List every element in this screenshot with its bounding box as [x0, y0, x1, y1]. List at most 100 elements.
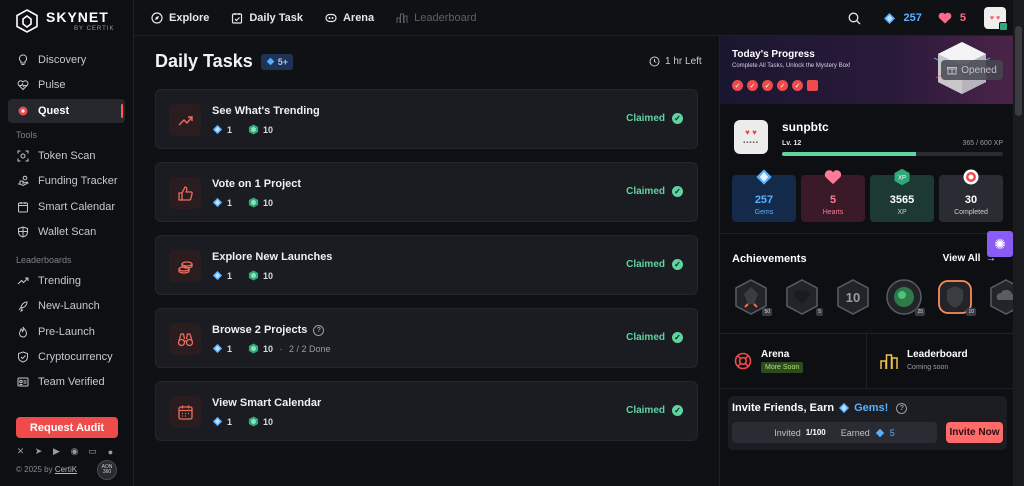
tools-section-title: Tools: [16, 130, 38, 140]
task-card-view-smart-calendar[interactable]: View Smart Calendar 1 10 Claimed ✓: [155, 381, 698, 441]
sidebar-item-team-verified[interactable]: Team Verified: [8, 370, 125, 394]
sidebar-item-token-scan[interactable]: Token Scan: [8, 144, 125, 168]
svg-text:XP: XP: [898, 175, 906, 181]
gem-reward-value: 5+: [277, 56, 288, 67]
telegram-icon[interactable]: ➤: [34, 446, 43, 456]
xp-icon: [248, 124, 259, 135]
sidebar-item-pre-launch[interactable]: Pre-Launch: [8, 320, 125, 344]
coins-icon: [169, 250, 201, 282]
arena-leaderboard-row: Arena More Soon Leaderboard Coming soon: [720, 333, 1013, 390]
scrollbar-thumb[interactable]: [1015, 26, 1022, 116]
x-icon[interactable]: ✕: [16, 446, 25, 456]
avatar-mouth: ▪▪▪▪▪: [743, 139, 759, 146]
page-title-text: Daily Tasks: [155, 51, 253, 71]
invite-now-button[interactable]: Invite Now: [946, 422, 1003, 443]
gem-reward: 1: [227, 124, 233, 135]
discord-icon[interactable]: ◉: [70, 446, 79, 456]
leaderboard-title[interactable]: Leaderboard: [907, 349, 968, 360]
task-status: Claimed ✓: [626, 186, 683, 197]
stat-completed: 30 Completed: [939, 169, 1003, 222]
tab-label: Daily Task: [249, 12, 303, 24]
gem-icon: [839, 402, 850, 414]
stat-value: 30: [964, 194, 978, 206]
sidebar-item-discovery[interactable]: Discovery: [8, 48, 125, 72]
youtube-icon[interactable]: ▶: [52, 446, 61, 456]
scrollbar[interactable]: [1013, 0, 1024, 486]
search-icon[interactable]: [848, 12, 861, 25]
stat-value: 3565: [889, 194, 915, 206]
stat-label: Hearts: [822, 209, 844, 216]
badge-count: 5: [816, 308, 823, 316]
invite-title: Invite Friends, Earn Gems! ?: [732, 402, 908, 414]
sidebar-item-wallet-scan[interactable]: Wallet Scan: [8, 220, 125, 244]
step-check-icon: ✓: [792, 80, 803, 91]
avatar[interactable]: ♥ ♥ ▪▪▪▪▪: [734, 120, 768, 154]
tab-arena[interactable]: Arena: [325, 12, 374, 24]
certik-link[interactable]: CertiK: [55, 465, 77, 474]
invited-label: Invited: [774, 427, 801, 438]
achievement-badges: 50 5 10 25 10 100: [732, 278, 1024, 316]
heart-badge-icon[interactable]: 5: [783, 278, 823, 316]
sidebar-item-trending[interactable]: Trending: [8, 269, 125, 293]
badge-count: 50: [762, 308, 772, 316]
help-icon[interactable]: ?: [896, 402, 908, 414]
time-left-text: 1 hr Left: [665, 56, 702, 67]
task-card-browse-projects[interactable]: Browse 2 Projects ? 1 10 · 2 / 2 Done Cl…: [155, 308, 698, 368]
copyright: © 2025 by CertiK: [16, 465, 77, 474]
sidebar-leaderboards-nav: Leaderboards Trending New-Launch Pre-Lau…: [8, 251, 125, 395]
task-rewards: 1 10: [212, 124, 273, 135]
shield-check-icon: [18, 351, 28, 363]
request-audit-button[interactable]: Request Audit: [16, 417, 118, 438]
help-icon[interactable]: ?: [313, 324, 325, 336]
shield-badge-icon[interactable]: 10: [936, 278, 976, 316]
sidebar-item-pulse[interactable]: Pulse: [8, 73, 125, 97]
arena-title[interactable]: Arena: [761, 349, 789, 360]
stat-label: Gems: [754, 209, 774, 216]
opened-button[interactable]: Opened: [941, 60, 1003, 80]
floating-sparkle-button[interactable]: ✺: [987, 231, 1013, 257]
gem-count: 257: [903, 12, 922, 24]
gem-icon: [212, 416, 223, 427]
sidebar-item-cryptocurrency[interactable]: Cryptocurrency: [8, 345, 125, 369]
task-card-explore-new-launches[interactable]: Explore New Launches 1 10 Claimed ✓: [155, 235, 698, 295]
sidebar-item-quest[interactable]: Quest: [8, 98, 125, 123]
sidebar-item-funding-tracker[interactable]: Funding Tracker: [8, 169, 125, 193]
stat-value: 5: [829, 194, 837, 206]
sidebar-tools-nav: Tools Token Scan Funding Tracker Smart C…: [8, 126, 125, 245]
gem-icon: [212, 270, 223, 281]
skynet-logo[interactable]: SKYNET BY CERTIK: [16, 9, 114, 33]
gem-reward: 1: [227, 343, 233, 354]
trending-icon: [169, 104, 201, 136]
rocket-badge-icon[interactable]: 50: [732, 278, 772, 316]
sidebar-main-nav: Discovery Pulse Quest: [8, 48, 125, 124]
orb-badge-icon[interactable]: 25: [885, 278, 925, 316]
check-icon: ✓: [672, 259, 683, 270]
achievements-title: Achievements: [732, 253, 807, 265]
xp-reward: 10: [263, 416, 274, 427]
xp-icon: XP: [893, 168, 911, 186]
tab-daily-task[interactable]: Daily Task: [231, 12, 303, 24]
sidebar: SKYNET BY CERTIK Discovery Pulse Quest T…: [0, 0, 134, 486]
stat-value: 257: [754, 194, 774, 206]
tab-leaderboard[interactable]: Leaderboard: [396, 12, 477, 24]
stat-label: XP: [897, 209, 907, 216]
mirror-icon[interactable]: ▭: [88, 446, 97, 456]
avatar[interactable]: ♥ ♥: [984, 7, 1008, 31]
medium-icon[interactable]: ●: [106, 447, 115, 457]
heart-icon: [938, 12, 952, 24]
xp-icon: [248, 270, 259, 281]
xp-icon: [248, 416, 259, 427]
task-progress-separator: ·: [277, 343, 286, 354]
status-text: Claimed: [626, 113, 665, 124]
gift-icon: [947, 67, 958, 75]
id-card-icon: [17, 377, 29, 387]
sidebar-item-smart-calendar[interactable]: Smart Calendar: [8, 195, 125, 219]
sidebar-item-new-launch[interactable]: New-Launch: [8, 294, 125, 318]
gem-icon: [883, 12, 895, 24]
task-title: See What's Trending: [212, 105, 320, 117]
ten-badge-icon[interactable]: 10: [834, 278, 872, 316]
task-card-see-whats-trending[interactable]: See What's Trending 1 10 Claimed ✓: [155, 89, 698, 149]
task-card-vote-project[interactable]: Vote on 1 Project 1 10 Claimed ✓: [155, 162, 698, 222]
tab-explore[interactable]: Explore: [151, 12, 209, 24]
